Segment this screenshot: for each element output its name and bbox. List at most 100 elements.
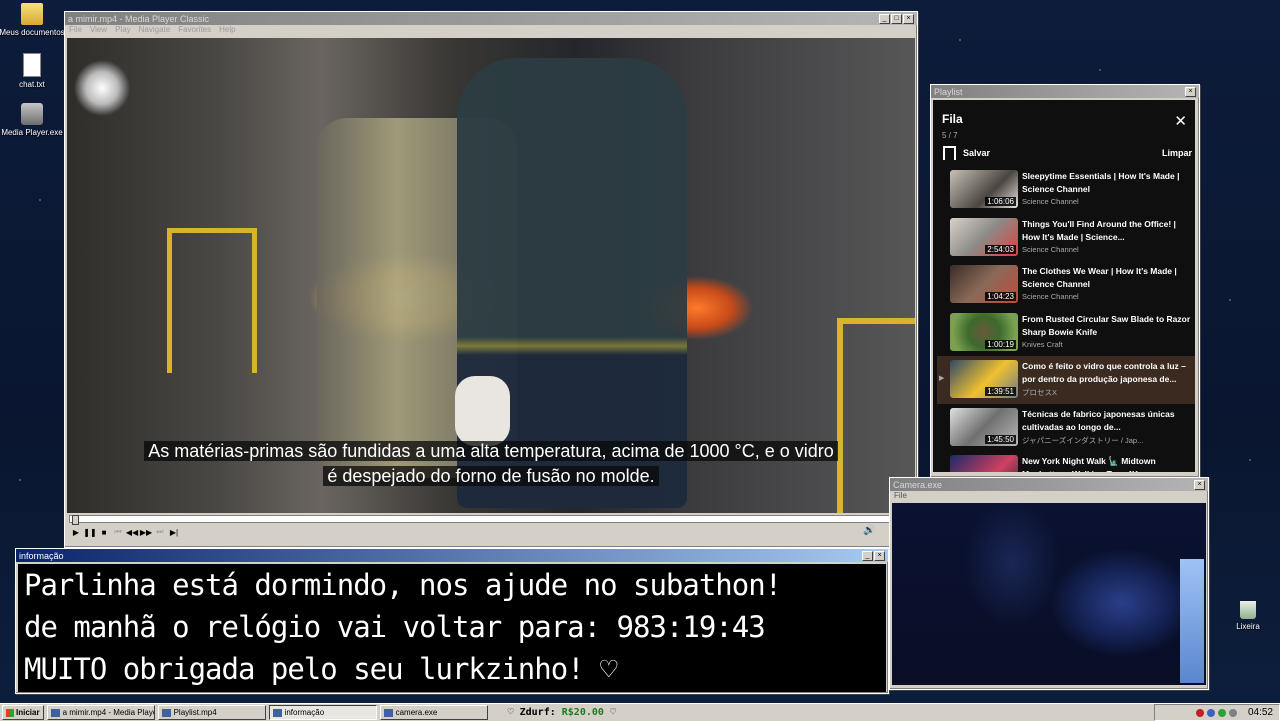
media-player-window: a mimir.mp4 - Media Player Classic _ □ ×… bbox=[64, 11, 918, 548]
menu-play[interactable]: Play bbox=[115, 25, 131, 36]
rewind-icon[interactable]: ◀◀ bbox=[125, 528, 139, 537]
desktop-icon-label: chat.txt bbox=[19, 80, 45, 89]
taskbar-item-info[interactable]: informação bbox=[268, 705, 377, 720]
seek-bar[interactable] bbox=[69, 515, 915, 525]
menu-help[interactable]: Help bbox=[219, 25, 235, 36]
seek-thumb[interactable] bbox=[72, 515, 79, 525]
duration-badge: 1:06:06 bbox=[985, 197, 1016, 206]
start-label: Iniciar bbox=[16, 708, 40, 717]
desktop-icon-chat-txt[interactable]: chat.txt bbox=[0, 53, 67, 89]
clock[interactable]: 04:52 bbox=[1248, 707, 1273, 718]
video-title: Things You'll Find Around the Office! | … bbox=[1022, 218, 1176, 242]
pause-icon[interactable]: ❚❚ bbox=[83, 528, 97, 537]
subtitle-line-2: é despejado do forno de fusão no molde. bbox=[323, 466, 659, 486]
skip-back-icon[interactable]: ⏮ bbox=[111, 527, 125, 537]
video-scene bbox=[167, 228, 257, 373]
media-player-icon bbox=[21, 103, 43, 125]
desktop-icon-recycle-bin[interactable]: Lixeira bbox=[1213, 601, 1280, 631]
queue-list: 1:06:06 Sleepytime Essentials | How It's… bbox=[937, 166, 1195, 472]
menu-view[interactable]: View bbox=[90, 25, 107, 36]
close-button[interactable]: × bbox=[1194, 479, 1205, 490]
desktop-icon-media-player[interactable]: Media Player.exe bbox=[0, 103, 67, 137]
window-title: Playlist bbox=[934, 86, 963, 97]
close-icon[interactable]: ✕ bbox=[1174, 114, 1187, 129]
camera-window: Camera.exe × File bbox=[889, 477, 1209, 690]
info-line-3: MUITO obrigada pelo seu lurkzinho! ♡ bbox=[24, 652, 618, 686]
now-playing-icon: ▶ bbox=[939, 375, 945, 382]
tray-status-icon[interactable] bbox=[1217, 708, 1226, 717]
donation-prefix: ♡ Zdurf: bbox=[507, 707, 562, 718]
camera-titlebar[interactable]: Camera.exe × bbox=[890, 478, 1208, 491]
queue-item-current[interactable]: ▶ 1:39:51 Como é feito o vidro que contr… bbox=[937, 356, 1195, 404]
video-thumbnail bbox=[950, 455, 1018, 472]
camera-feed bbox=[892, 503, 1206, 685]
duration-badge: 1:00:19 bbox=[985, 339, 1016, 349]
start-button[interactable]: Iniciar bbox=[2, 705, 44, 720]
taskbar-item-media-player[interactable]: a mimir.mp4 - Media Playe... bbox=[46, 705, 155, 720]
stop-icon[interactable]: ■ bbox=[97, 528, 111, 537]
donation-ticker: ♡ Zdurf: R$20.00 ♡ bbox=[508, 707, 616, 718]
windows-logo-icon bbox=[6, 708, 14, 717]
camera-icon bbox=[383, 708, 393, 717]
queue-item[interactable]: 1:45:50 Técnicas de fabrico japonesas ún… bbox=[937, 404, 1195, 452]
minimize-button[interactable]: _ bbox=[879, 13, 890, 24]
close-button[interactable]: × bbox=[903, 13, 914, 24]
desktop-icon-label: Media Player.exe bbox=[1, 128, 63, 137]
video-scene bbox=[455, 376, 510, 446]
donation-suffix: ♡ bbox=[603, 707, 616, 718]
taskbar-item-label: Playlist.mp4 bbox=[173, 708, 217, 717]
window-title: a mimir.mp4 - Media Player Classic bbox=[68, 13, 210, 24]
fast-forward-icon[interactable]: ▶▶ bbox=[139, 528, 153, 537]
frame-step-icon[interactable]: ▶| bbox=[167, 528, 181, 537]
window-icon bbox=[272, 708, 282, 717]
video-thumbnail: 1:39:51 bbox=[950, 360, 1018, 398]
tray-volume-icon[interactable] bbox=[1228, 708, 1237, 717]
maximize-button[interactable]: □ bbox=[891, 13, 902, 24]
duration-badge: 1:39:51 bbox=[985, 387, 1016, 396]
minimize-button[interactable]: _ bbox=[862, 550, 873, 561]
menu-navigate[interactable]: Navigate bbox=[139, 25, 171, 36]
queue-item[interactable]: 1:00:19 From Rusted Circular Saw Blade t… bbox=[937, 309, 1195, 357]
save-button[interactable]: Salvar bbox=[963, 148, 990, 158]
video-title: Técnicas de fabrico japonesas únicas cul… bbox=[1022, 408, 1175, 432]
close-button[interactable]: × bbox=[874, 550, 885, 561]
menu-favorites[interactable]: Favorites bbox=[178, 25, 211, 36]
media-player-titlebar[interactable]: a mimir.mp4 - Media Player Classic _ □ × bbox=[65, 12, 917, 25]
tray-app-icon[interactable] bbox=[1195, 708, 1204, 717]
queue-item[interactable]: 2:54:03 Things You'll Find Around the Of… bbox=[937, 214, 1195, 262]
queue-item[interactable]: 1:06:06 Sleepytime Essentials | How It's… bbox=[937, 166, 1195, 214]
taskbar-item-label: informação bbox=[284, 708, 325, 717]
tray-network-icon[interactable] bbox=[1206, 708, 1215, 717]
channel-name: Science Channel bbox=[1022, 292, 1079, 301]
taskbar-item-playlist[interactable]: Playlist.mp4 bbox=[157, 705, 266, 720]
video-thumbnail: 1:00:19 bbox=[950, 312, 1018, 351]
playlist-titlebar[interactable]: Playlist × bbox=[931, 85, 1199, 98]
camera-feed-monitor bbox=[1180, 559, 1204, 683]
playlist-window: Playlist × Fila 5 / 7 ✕ Salvar Limpar 1:… bbox=[930, 84, 1200, 478]
playlist-panel: Fila 5 / 7 ✕ Salvar Limpar 1:06:06 Sleep… bbox=[933, 100, 1195, 472]
queue-item[interactable]: New York Night Walk 🗽 Midtown Manhattan … bbox=[937, 451, 1195, 472]
menu-file[interactable]: File bbox=[894, 491, 907, 502]
volume-icon[interactable]: 🔊 bbox=[863, 525, 875, 536]
channel-name: Science Channel bbox=[1022, 197, 1079, 206]
bookmark-icon[interactable] bbox=[943, 146, 956, 160]
video-area[interactable]: As matérias-primas são fundidas a uma al… bbox=[67, 38, 915, 513]
menu-file[interactable]: File bbox=[69, 25, 82, 36]
taskbar-item-camera[interactable]: camera.exe bbox=[379, 705, 488, 720]
info-text-area: Parlinha está dormindo, nos ajude no sub… bbox=[18, 564, 886, 692]
queue-item[interactable]: 1:04:23 The Clothes We Wear | How It's M… bbox=[937, 261, 1195, 309]
video-thumbnail: 1:06:06 bbox=[950, 170, 1018, 208]
media-player-icon bbox=[50, 708, 60, 717]
channel-name: プロセスX bbox=[1022, 388, 1058, 397]
info-titlebar[interactable]: informação _ × bbox=[16, 549, 888, 562]
close-button[interactable]: × bbox=[1185, 86, 1196, 97]
info-window: informação _ × Parlinha está dormindo, n… bbox=[15, 548, 889, 694]
desktop-icon-label: Lixeira bbox=[1236, 622, 1260, 631]
video-title: The Clothes We Wear | How It's Made | Sc… bbox=[1022, 266, 1177, 289]
play-icon[interactable]: ▶ bbox=[69, 528, 83, 537]
clear-button[interactable]: Limpar bbox=[1162, 148, 1192, 158]
skip-forward-icon[interactable]: ⏭ bbox=[153, 527, 167, 537]
desktop-icon-my-documents[interactable]: Meus documentos bbox=[0, 3, 67, 37]
window-title: Camera.exe bbox=[893, 479, 943, 490]
video-thumbnail: 2:54:03 bbox=[950, 217, 1018, 256]
